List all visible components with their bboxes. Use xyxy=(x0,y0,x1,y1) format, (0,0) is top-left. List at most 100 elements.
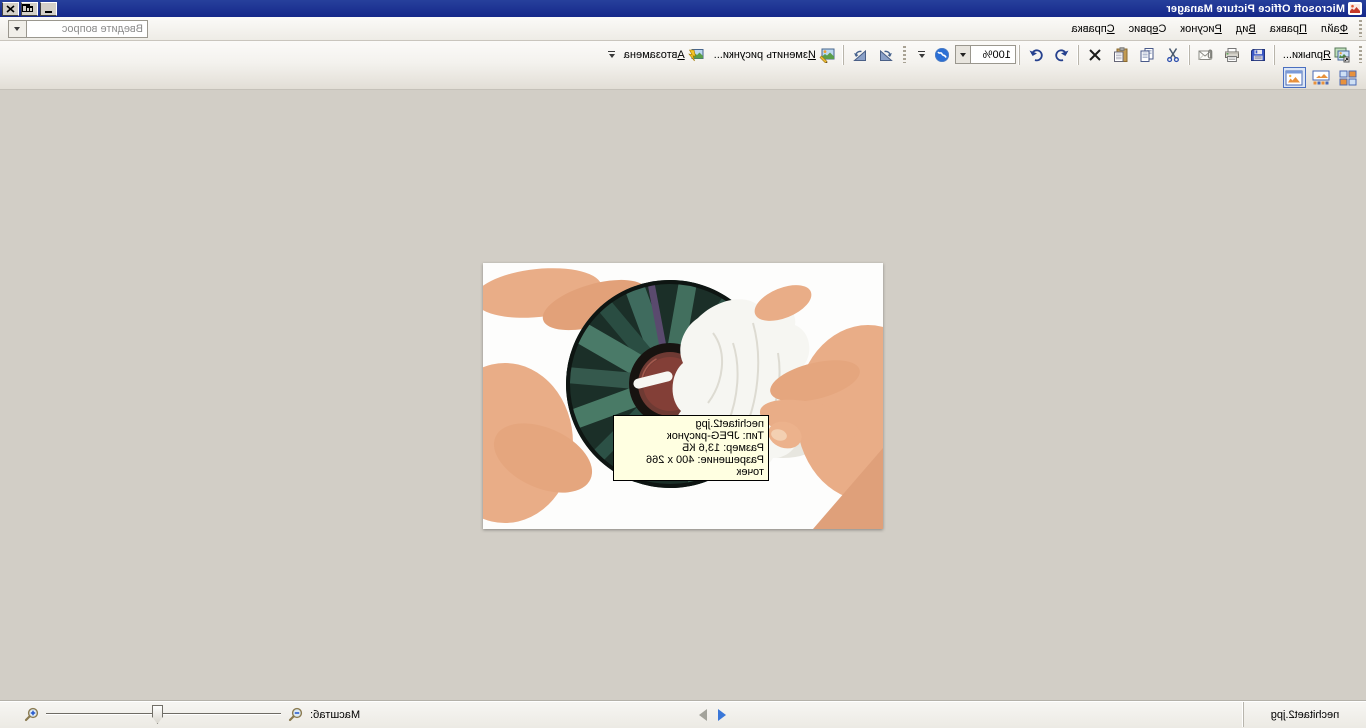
formatting-toolbar-grip[interactable] xyxy=(903,46,906,63)
mail-icon xyxy=(1198,47,1214,63)
close-icon xyxy=(6,5,15,13)
minimize-icon xyxy=(45,11,52,13)
thumbnail-view-icon xyxy=(1340,70,1358,86)
zoom-slider[interactable] xyxy=(46,705,281,724)
tooltip-resolution: Разрешение: 400 x 266 точек xyxy=(618,454,764,478)
rotate-right-icon xyxy=(852,47,868,63)
toolbar-options-button[interactable] xyxy=(606,44,618,66)
tooltip-type: Тип: JPEG-рисунок xyxy=(618,430,764,442)
title-bar: Microsoft Office Picture Manager xyxy=(0,0,1366,17)
menu-tools[interactable]: Сервис xyxy=(1122,20,1174,38)
menu-help[interactable]: Справка xyxy=(1064,20,1121,38)
redo-icon xyxy=(1028,47,1044,63)
menu-view[interactable]: Вид xyxy=(1229,20,1263,38)
next-picture-button[interactable] xyxy=(699,709,707,721)
edit-pictures-button[interactable]: Изменить рисунки... xyxy=(709,44,840,66)
status-filename: nechitaet2.jpg xyxy=(1271,709,1340,721)
cut-icon xyxy=(1165,47,1181,63)
chevron-down-icon xyxy=(919,54,925,58)
filmstrip-view-button[interactable] xyxy=(1310,67,1333,88)
cd-cleaning-photo xyxy=(483,263,883,529)
rotate-right-button[interactable] xyxy=(847,44,873,66)
undo-icon xyxy=(1054,47,1070,63)
toolbar-separator xyxy=(1189,45,1190,65)
previous-picture-button[interactable] xyxy=(718,709,726,721)
zoom-out-icon[interactable] xyxy=(288,707,303,722)
delete-icon xyxy=(1087,47,1103,63)
edit-pictures-icon xyxy=(819,47,835,63)
menu-bar: Файл Правка Вид Рисунок Сервис Справка В… xyxy=(0,17,1366,41)
question-input[interactable]: Введите вопрос xyxy=(26,20,148,38)
toolbar-options-button[interactable] xyxy=(916,44,928,66)
single-view-icon xyxy=(1286,70,1304,86)
rotate-left-button[interactable] xyxy=(873,44,899,66)
globe-button[interactable] xyxy=(929,44,955,66)
menu-picture[interactable]: Рисунок xyxy=(1173,20,1229,38)
paste-button[interactable] xyxy=(1108,44,1134,66)
toolbar-options-icon xyxy=(608,51,615,52)
undo-button[interactable] xyxy=(1049,44,1075,66)
globe-icon xyxy=(934,47,950,63)
photo-preview[interactable]: nechitaet2.jpg Тип: JPEG-рисунок Размер:… xyxy=(483,263,883,529)
status-filename-pane: nechitaet2.jpg xyxy=(1243,702,1366,727)
toolbar-separator xyxy=(1078,45,1079,65)
picture-manager-window: Microsoft Office Picture Manager Файл Пр… xyxy=(0,0,1366,728)
toolbar-separator xyxy=(1019,45,1020,65)
status-bar: nechitaet2.jpg Масштаб: xyxy=(0,700,1366,728)
print-icon xyxy=(1224,47,1240,63)
shortcuts-label: Ярлыки... xyxy=(1283,49,1331,61)
standard-toolbar-grip[interactable] xyxy=(1359,46,1362,63)
autocorrect-icon xyxy=(688,47,704,63)
rotate-left-icon xyxy=(878,47,894,63)
minimize-button[interactable] xyxy=(40,2,57,16)
picture-info-tooltip: nechitaet2.jpg Тип: JPEG-рисунок Размер:… xyxy=(613,415,769,481)
toolbar-row: Ярлыки... 100% Из xyxy=(0,41,1366,67)
delete-button[interactable] xyxy=(1082,44,1108,66)
zoom-in-icon[interactable] xyxy=(24,707,39,722)
filmstrip-view-icon xyxy=(1313,70,1331,86)
app-icon xyxy=(1348,2,1362,15)
close-button[interactable] xyxy=(2,2,19,16)
question-box: Введите вопрос xyxy=(8,20,148,38)
toolbar-options-icon xyxy=(918,51,925,52)
shortcuts-icon xyxy=(1334,47,1350,63)
toolbar-separator xyxy=(843,45,844,65)
restore-icon xyxy=(26,6,33,12)
zoom-combobox[interactable]: 100% xyxy=(970,45,1016,64)
mail-button[interactable] xyxy=(1193,44,1219,66)
window-controls xyxy=(2,2,57,16)
chevron-down-icon xyxy=(609,54,615,58)
redo-button[interactable] xyxy=(1023,44,1049,66)
save-icon xyxy=(1250,47,1266,63)
copy-button[interactable] xyxy=(1134,44,1160,66)
copy-icon xyxy=(1139,47,1155,63)
tooltip-size: Размер: 13,6 КБ xyxy=(618,442,764,454)
zoom-controls: Масштаб: xyxy=(24,701,360,728)
window-title: Microsoft Office Picture Manager xyxy=(57,3,1345,15)
menu-grip-handle[interactable] xyxy=(1359,20,1362,37)
question-dropdown-button[interactable] xyxy=(8,20,26,38)
autocorrect-button[interactable]: Автозамена xyxy=(619,44,709,66)
zoom-slider-thumb[interactable] xyxy=(152,705,163,724)
zoom-dropdown-button[interactable] xyxy=(955,45,970,64)
toolbar-separator xyxy=(1274,45,1275,65)
save-button[interactable] xyxy=(1245,44,1271,66)
picture-navigation xyxy=(699,701,726,728)
zoom-value: 100% xyxy=(983,49,1011,61)
print-button[interactable] xyxy=(1219,44,1245,66)
edit-pictures-label: Изменить рисунки... xyxy=(714,49,816,61)
restore-button[interactable] xyxy=(21,2,38,16)
thumbnail-view-button[interactable] xyxy=(1337,67,1360,88)
zoom-label: Масштаб: xyxy=(310,709,360,721)
zoom-slider-track[interactable] xyxy=(46,713,281,715)
shortcuts-button[interactable]: Ярлыки... xyxy=(1278,44,1355,66)
toolbar-zone: Ярлыки... 100% Из xyxy=(0,41,1366,90)
chevron-down-icon xyxy=(15,27,21,31)
chevron-down-icon xyxy=(960,53,966,57)
cut-button[interactable] xyxy=(1160,44,1186,66)
view-mode-buttons xyxy=(1283,67,1360,88)
paste-icon xyxy=(1113,47,1129,63)
menu-edit[interactable]: Правка xyxy=(1263,20,1314,38)
single-view-button[interactable] xyxy=(1283,67,1306,88)
menu-file[interactable]: Файл xyxy=(1314,20,1355,38)
